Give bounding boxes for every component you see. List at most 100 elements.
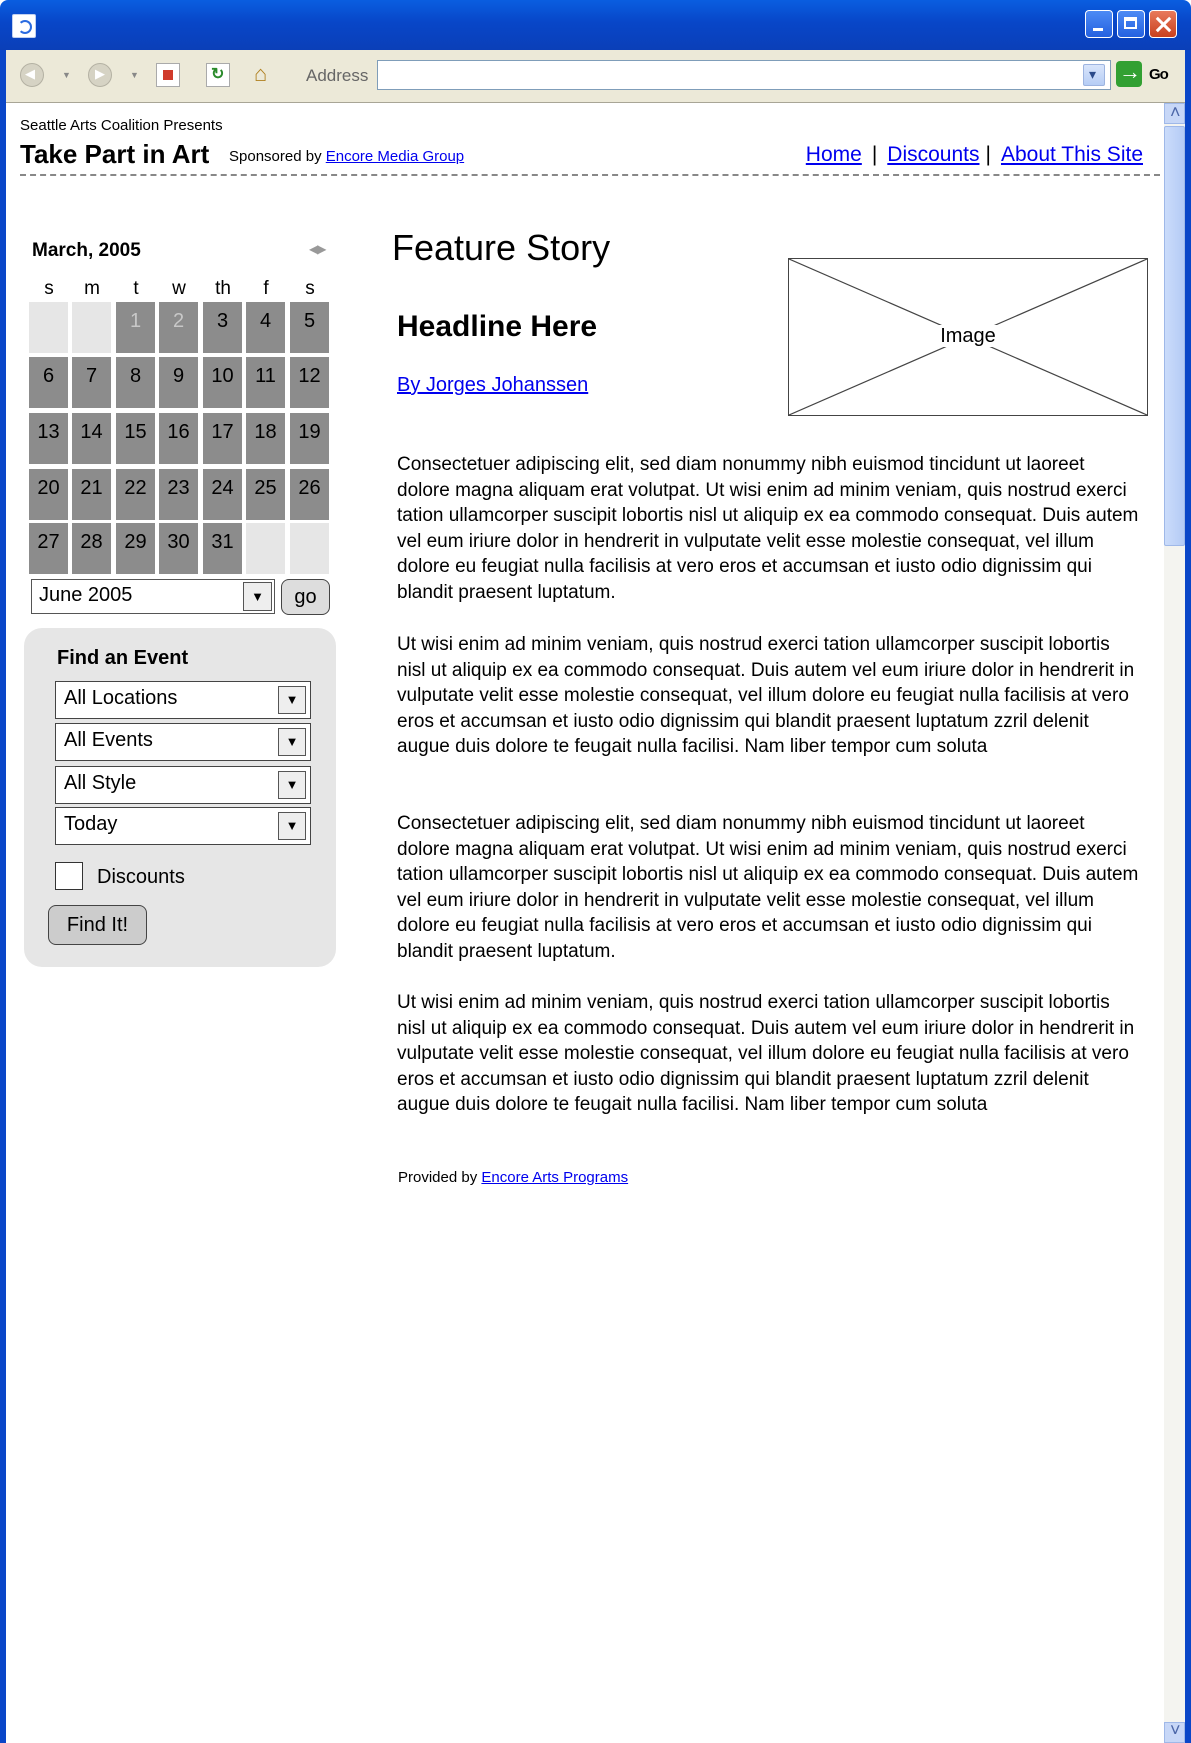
calendar-month-title: March, 2005 — [32, 240, 141, 261]
calendar-day[interactable]: 22 — [116, 469, 155, 520]
date-select-value: Today — [64, 813, 118, 835]
month-go-button[interactable]: go — [281, 579, 330, 615]
style-select-value: All Style — [64, 772, 137, 794]
location-select[interactable]: All Locations ▼ — [55, 681, 311, 719]
header-divider — [20, 174, 1160, 176]
minimize-button[interactable] — [1085, 10, 1113, 38]
maximize-button[interactable] — [1117, 10, 1145, 38]
next-month-icon[interactable]: ▶ — [317, 242, 326, 256]
prev-month-icon[interactable]: ◀ — [309, 242, 318, 256]
calendar-day[interactable]: 21 — [72, 469, 111, 520]
go-arrow-icon[interactable] — [1116, 59, 1142, 87]
month-select-value: June 2005 — [39, 584, 133, 606]
calendar-day[interactable]: 15 — [116, 413, 155, 464]
weekday-header: th — [215, 278, 231, 299]
calendar-day[interactable]: 8 — [116, 357, 155, 408]
calendar-day[interactable]: 14 — [72, 413, 111, 464]
date-select[interactable]: Today ▼ — [55, 807, 311, 845]
dropdown-arrow-icon[interactable]: ▼ — [278, 812, 306, 840]
calendar-day[interactable]: 24 — [203, 469, 242, 520]
scroll-down-button[interactable] — [1164, 1720, 1185, 1743]
calendar-day[interactable]: 6 — [29, 357, 68, 408]
calendar-day[interactable]: 5 — [290, 302, 329, 353]
calendar-day[interactable]: 1 — [116, 302, 155, 353]
image-placeholder: Image — [788, 258, 1148, 416]
calendar-empty-cell — [72, 302, 111, 353]
browser-app-icon — [12, 14, 36, 38]
calendar-day[interactable]: 7 — [72, 357, 111, 408]
nav-home-link[interactable]: Home — [806, 143, 862, 166]
forward-history-dropdown[interactable]: ▼ — [130, 70, 139, 80]
calendar-day[interactable]: 9 — [159, 357, 198, 408]
sponsor-link[interactable]: Encore Media Group — [326, 148, 464, 165]
back-history-dropdown[interactable]: ▼ — [62, 70, 71, 80]
style-select[interactable]: All Style ▼ — [55, 766, 311, 804]
calendar-day[interactable]: 30 — [159, 523, 198, 574]
article-paragraph: Ut wisi enim ad minim veniam, quis nostr… — [397, 634, 1135, 757]
month-select[interactable]: June 2005 ▼ — [31, 579, 275, 614]
close-button[interactable] — [1149, 10, 1177, 38]
discounts-label: Discounts — [97, 866, 185, 888]
calendar-day[interactable]: 25 — [246, 469, 285, 520]
calendar-day[interactable]: 4 — [246, 302, 285, 353]
event-type-select[interactable]: All Events ▼ — [55, 723, 311, 761]
home-button[interactable] — [252, 61, 276, 87]
provided-by-line: Provided by Encore Arts Programs — [398, 1169, 628, 1186]
calendar-empty-cell — [246, 523, 285, 574]
calendar-day[interactable]: 20 — [29, 469, 68, 520]
author-byline-link[interactable]: By Jorges Johanssen — [397, 374, 588, 397]
address-label: Address — [306, 66, 369, 85]
refresh-button[interactable] — [206, 63, 230, 87]
calendar-day[interactable]: 18 — [246, 413, 285, 464]
vertical-scrollbar[interactable] — [1164, 102, 1185, 1743]
provided-prefix: Provided by — [398, 1169, 482, 1186]
dropdown-arrow-icon[interactable]: ▼ — [243, 582, 272, 611]
calendar-day[interactable]: 13 — [29, 413, 68, 464]
dropdown-arrow-icon[interactable]: ▼ — [278, 686, 306, 714]
calendar-day[interactable]: 27 — [29, 523, 68, 574]
sponsor-prefix: Sponsored by — [229, 148, 326, 165]
calendar-day[interactable]: 29 — [116, 523, 155, 574]
find-it-button[interactable]: Find It! — [48, 905, 147, 945]
dropdown-arrow-icon[interactable]: ▼ — [278, 771, 306, 799]
back-button[interactable] — [20, 63, 44, 87]
calendar-day[interactable]: 12 — [290, 357, 329, 408]
calendar-day[interactable]: 10 — [203, 357, 242, 408]
calendar-day[interactable]: 2 — [159, 302, 198, 353]
go-button-label[interactable]: Go — [1149, 66, 1169, 83]
weekday-header: m — [84, 278, 100, 299]
calendar-day[interactable]: 11 — [246, 357, 285, 408]
article-paragraph: Consectetuer adipiscing elit, sed diam n… — [397, 454, 1139, 603]
address-dropdown-button[interactable] — [1083, 64, 1105, 86]
scroll-thumb[interactable] — [1164, 126, 1185, 546]
calendar-nav-arrows[interactable]: ◀▶ — [309, 242, 326, 256]
nav-discounts-link[interactable]: Discounts — [887, 143, 979, 166]
address-input[interactable] — [377, 60, 1111, 90]
provided-by-link[interactable]: Encore Arts Programs — [481, 1169, 628, 1186]
calendar-day[interactable]: 17 — [203, 413, 242, 464]
weekday-header: s — [305, 278, 315, 299]
scroll-up-button[interactable] — [1164, 102, 1185, 124]
dropdown-arrow-icon[interactable]: ▼ — [278, 728, 306, 756]
calendar-day[interactable]: 23 — [159, 469, 198, 520]
calendar-day[interactable]: 31 — [203, 523, 242, 574]
weekday-header: f — [263, 278, 269, 299]
article-paragraph: Ut wisi enim ad minim veniam, quis nostr… — [397, 992, 1135, 1115]
article-paragraph: Consectetuer adipiscing elit, sed diam n… — [397, 813, 1139, 962]
location-select-value: All Locations — [64, 687, 178, 709]
calendar-day[interactable]: 3 — [203, 302, 242, 353]
calendar-day[interactable]: 19 — [290, 413, 329, 464]
calendar-day[interactable]: 26 — [290, 469, 329, 520]
nav-separator: | — [871, 143, 878, 166]
window-right-border — [1185, 50, 1191, 1743]
stop-button[interactable] — [156, 63, 180, 87]
forward-button[interactable] — [88, 63, 112, 87]
calendar-day[interactable]: 16 — [159, 413, 198, 464]
weekday-header: s — [44, 278, 54, 299]
window-left-border — [0, 50, 6, 1743]
discounts-checkbox[interactable] — [55, 862, 83, 890]
calendar-day[interactable]: 28 — [72, 523, 111, 574]
nav-about-link[interactable]: About This Site — [1001, 143, 1143, 166]
window-title-bar[interactable] — [0, 0, 1191, 50]
site-title: Take Part in Art — [20, 139, 210, 169]
